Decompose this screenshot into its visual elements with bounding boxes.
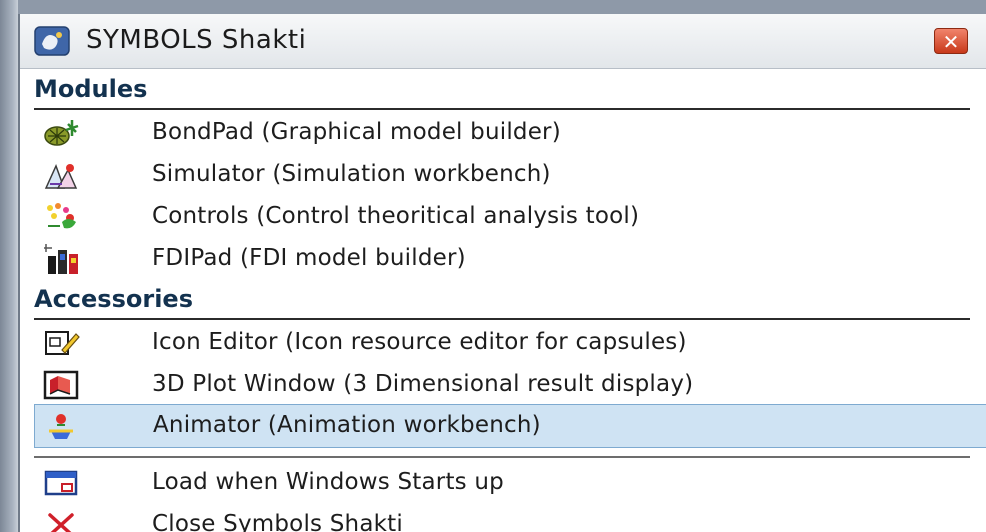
menu-item-label: Load when Windows Starts up [152, 469, 504, 495]
accessories-header-label: Accessories [34, 285, 193, 313]
menu-item-label: Animator (Animation workbench) [153, 412, 541, 438]
menu-item-animator[interactable]: Animator (Animation workbench) [34, 404, 986, 448]
menu-item-icon-editor[interactable]: Icon Editor (Icon resource editor for ca… [20, 322, 986, 364]
menu-item-fdipad[interactable]: FDIPad (FDI model builder) [20, 238, 986, 280]
fdipad-icon [44, 244, 78, 274]
window-startup-icon [44, 470, 78, 496]
menu-item-label: FDIPad (FDI model builder) [152, 245, 466, 271]
menu-item-simulator[interactable]: Simulator (Simulation workbench) [20, 154, 986, 196]
close-x-icon [48, 513, 74, 532]
animator-icon [49, 414, 73, 439]
menu-item-label: Simulator (Simulation workbench) [152, 161, 551, 187]
modules-section-header: Modules [20, 68, 986, 112]
menu-item-label: Close Symbols Shakti [152, 511, 403, 532]
desktop-top-edge [0, 0, 986, 14]
simulator-icon [44, 164, 78, 189]
menu-item-load-on-startup[interactable]: Load when Windows Starts up [20, 462, 986, 504]
window-close-button[interactable]: ✕ [934, 28, 968, 54]
title-bar[interactable]: SYMBOLS Shakti ✕ [20, 14, 986, 69]
menu-separator [34, 456, 970, 458]
accessories-header-rule [34, 318, 970, 320]
bondpad-icon [44, 120, 79, 146]
window-title: SYMBOLS Shakti [86, 25, 307, 55]
controls-icon [47, 203, 76, 229]
menu-item-label: Controls (Control theoritical analysis t… [152, 203, 640, 229]
symbols-app-icon [34, 26, 70, 56]
menu-item-label: 3D Plot Window (3 Dimensional result dis… [152, 371, 694, 397]
menu-item-label: BondPad (Graphical model builder) [152, 119, 561, 145]
menu-item-bondpad[interactable]: BondPad (Graphical model builder) [20, 112, 986, 154]
modules-header-rule [34, 108, 970, 110]
menu-item-3d-plot-window[interactable]: 3D Plot Window (3 Dimensional result dis… [20, 364, 986, 406]
close-icon: ✕ [942, 30, 960, 54]
menu-item-label: Icon Editor (Icon resource editor for ca… [152, 329, 687, 355]
desktop-left-edge [0, 0, 18, 532]
menu-item-close-symbols-shakti[interactable]: Close Symbols Shakti [20, 504, 986, 532]
modules-header-label: Modules [34, 75, 148, 103]
symbols-shakti-menu-window: SYMBOLS Shakti ✕ Modules BondPad (Graphi… [18, 14, 986, 532]
3d-plot-icon [43, 370, 79, 400]
accessories-section-header: Accessories [20, 278, 986, 322]
menu-item-controls[interactable]: Controls (Control theoritical analysis t… [20, 196, 986, 238]
icon-editor-icon [45, 331, 80, 355]
